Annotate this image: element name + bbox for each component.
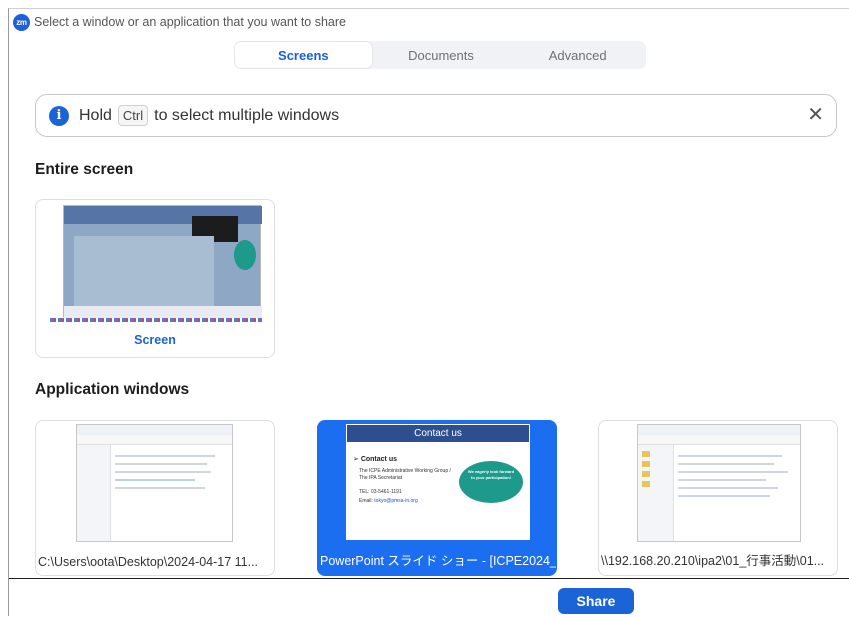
dialog-title: Select a window or an application that y… — [34, 15, 346, 29]
hint-text-after: to select multiple windows — [154, 106, 340, 124]
slide-email: tokyo@pmsa-in.org — [374, 498, 418, 504]
slide-line-1: The ICPE Administrative Working Group / — [359, 468, 451, 474]
zoom-logo-icon: zm — [13, 13, 30, 31]
app-window-card[interactable]: \\192.168.20.210\ipa2\01_行事活動\01... — [598, 420, 838, 576]
slide-header: Contact us — [347, 425, 529, 442]
entire-screen-heading: Entire screen — [35, 161, 134, 178]
footer-bar: Share — [9, 578, 849, 617]
ctrl-key-badge: Ctrl — [117, 105, 149, 126]
multi-select-hint-banner: i Hold Ctrl to select multiple windows ✕ — [35, 94, 837, 137]
share-dialog: zm Select a window or an application tha… — [8, 8, 849, 617]
slide-email-row: Email: tokyo@pmsa-in.org — [359, 498, 418, 504]
slide-bullet: ➢ Contact us — [353, 456, 397, 463]
close-icon[interactable]: ✕ — [807, 104, 824, 126]
info-icon: i — [49, 105, 69, 126]
application-windows-heading: Application windows — [35, 381, 190, 398]
screen-card-label: Screen — [134, 333, 176, 347]
network-folder-thumbnail — [637, 424, 801, 542]
app-window-card-selected[interactable]: Contact us ➢ Contact us The ICPE Adminis… — [317, 420, 557, 576]
slide-email-label: Email: — [359, 498, 373, 504]
tab-documents[interactable]: Documents — [373, 41, 510, 69]
slide-tel: TEL: 03-5461-1191 — [359, 489, 402, 495]
tab-bar: Screens Documents Advanced — [234, 41, 646, 69]
app-window-caption: C:\Users\oota\Desktop\2024-04-17 11... — [38, 555, 259, 569]
slide-line-2: The IPA Secretariat — [359, 475, 402, 481]
screen-share-card[interactable]: Screen — [35, 199, 275, 358]
app-window-caption: PowerPoint スライド ショー - [ICPE2024_Vi... — [320, 554, 556, 568]
slide-thumbnail: Contact us ➢ Contact us The ICPE Adminis… — [346, 424, 530, 540]
slide-bubble-text: We eagerly look forward to your particip… — [467, 469, 515, 480]
app-window-card[interactable]: C:\Users\oota\Desktop\2024-04-17 11... — [35, 420, 275, 576]
screen-thumbnail — [63, 205, 262, 318]
hint-text-before: Hold — [79, 106, 112, 124]
share-button[interactable]: Share — [558, 588, 634, 614]
slide-bullet-text: Contact us — [360, 456, 397, 463]
explorer-thumbnail — [76, 424, 233, 542]
title-bar: zm Select a window or an application tha… — [9, 9, 849, 35]
slide-speech-bubble: We eagerly look forward to your particip… — [459, 461, 523, 503]
taskbar-strip — [50, 318, 262, 322]
app-window-caption: \\192.168.20.210\ipa2\01_行事活動\01... — [601, 554, 825, 568]
tab-advanced[interactable]: Advanced — [509, 41, 646, 69]
tab-screens[interactable]: Screens — [234, 41, 373, 69]
